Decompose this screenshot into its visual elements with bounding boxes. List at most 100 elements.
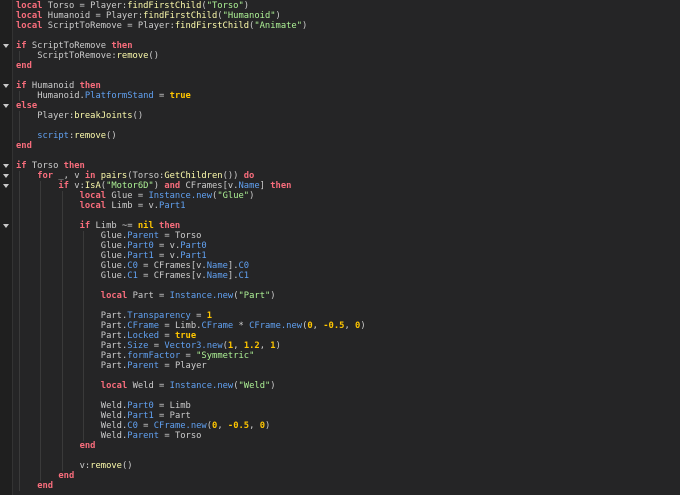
code-line[interactable]: if Humanoid then	[16, 81, 101, 91]
keyword-token: local	[100, 381, 128, 391]
literal-token: nil	[137, 221, 154, 231]
code-line[interactable]: end	[80, 441, 96, 451]
code-line[interactable]: Glue.Part1 = v.Part1	[101, 251, 207, 261]
code-line[interactable]: end	[37, 481, 53, 491]
text-token: = Torso	[159, 431, 202, 441]
code-line[interactable]: Glue.C0 = CFrames[v.Name].C0	[101, 261, 249, 271]
code-line[interactable]: if v:IsA("Motor6D") and CFrames[v.Name] …	[58, 181, 291, 191]
fold-arrow-icon[interactable]	[3, 84, 9, 88]
code-line[interactable]: Part.Size = Vector3.new(1, 1.2, 1)	[101, 341, 281, 351]
text-token: Part.	[100, 351, 128, 361]
function-token: remove	[90, 461, 122, 471]
code-line[interactable]: Weld.Part0 = Limb	[101, 401, 191, 411]
text-token: CFrames[v.	[180, 181, 239, 191]
code-line[interactable]: local Humanoid = Player:findFirstChild("…	[16, 11, 281, 21]
text-token: Weld.	[100, 421, 128, 431]
property-token: Name	[206, 261, 228, 271]
string-token: "Torso"	[206, 1, 244, 11]
text-token: Weld.	[100, 401, 128, 411]
code-line[interactable]: end	[16, 61, 32, 71]
function-token: findFirstChild	[127, 1, 202, 11]
code-line[interactable]: Part.Locked = true	[101, 331, 196, 341]
text-token: ())	[222, 171, 244, 181]
indent-guide	[19, 171, 21, 491]
indent-guide	[19, 111, 21, 141]
function-token: GetChildren	[164, 171, 223, 181]
code-line[interactable]: if Torso then	[16, 161, 85, 171]
property-token: formFactor	[127, 351, 181, 361]
text-token: _, v	[53, 171, 85, 181]
function-token: pairs	[100, 171, 128, 181]
text-token: Limb ~=	[90, 221, 138, 231]
code-line[interactable]: Weld.Part1 = Part	[101, 411, 191, 421]
text-token: ScriptToRemove:	[37, 51, 117, 61]
code-line[interactable]: Player:breakJoints()	[37, 111, 143, 121]
text-token: ,	[344, 321, 356, 331]
keyword-token: end	[16, 141, 32, 151]
keyword-token: for	[37, 171, 54, 181]
property-token: PlatformStand	[84, 91, 154, 101]
keyword-token: end	[16, 61, 32, 71]
code-line[interactable]: Glue.C1 = CFrames[v.Name].C1	[101, 271, 249, 281]
code-line[interactable]: script:remove()	[37, 131, 116, 141]
property-token: Parent	[127, 231, 160, 241]
text-token: ]	[259, 181, 271, 191]
fold-arrow-icon[interactable]	[3, 164, 9, 168]
code-line[interactable]: if ScriptToRemove then	[16, 41, 133, 51]
code-line[interactable]: if Limb ~= nil then	[80, 221, 181, 231]
code-line[interactable]: Weld.C0 = CFrame.new(0, -0.5, 0)	[101, 421, 271, 431]
fold-arrow-icon[interactable]	[3, 174, 9, 178]
property-token: C0	[127, 261, 138, 271]
code-line[interactable]: Weld.Parent = Torso	[101, 431, 202, 441]
text-token: ScriptToRemove = Player:	[42, 21, 175, 31]
code-line[interactable]: end	[16, 141, 32, 151]
property-token: Part1	[180, 251, 207, 261]
function-token: remove	[116, 51, 149, 61]
code-line[interactable]: Glue.Part0 = v.Part0	[101, 241, 207, 251]
code-editor[interactable]: local Torso = Player:findFirstChild("Tor…	[16, 0, 680, 495]
code-line[interactable]: ScriptToRemove:remove()	[37, 51, 159, 61]
code-line[interactable]: Humanoid.PlatformStand = true	[37, 91, 191, 101]
code-line[interactable]: local Part = Instance.new("Part")	[101, 291, 276, 301]
text-token: Part.	[100, 311, 128, 321]
code-line[interactable]: end	[58, 471, 74, 481]
fold-arrow-icon[interactable]	[3, 104, 9, 108]
literal-token: true	[169, 91, 191, 101]
text-token: = Limb	[153, 401, 191, 411]
property-token: Vector3.new	[164, 341, 223, 351]
code-line[interactable]: local Weld = Instance.new("Weld")	[101, 381, 276, 391]
text-token: Part.	[100, 331, 128, 341]
keyword-token: then	[159, 221, 181, 231]
property-token: CFrame	[201, 321, 234, 331]
fold-arrow-icon[interactable]	[3, 224, 9, 228]
fold-arrow-icon[interactable]	[3, 184, 9, 188]
fold-arrow-icon[interactable]	[3, 44, 9, 48]
string-token: "Motor6D"	[106, 181, 154, 191]
code-line[interactable]: for _, v in pairs(Torso:GetChildren()) d…	[37, 171, 254, 181]
property-token: CFrame.new	[249, 321, 303, 331]
code-line[interactable]: local Limb = v.Part1	[80, 201, 186, 211]
code-line[interactable]: else	[16, 101, 37, 111]
code-line[interactable]: local Glue = Instance.new("Glue")	[80, 191, 255, 201]
code-line[interactable]: v:remove()	[80, 461, 133, 471]
text-token: Glue.	[100, 231, 128, 241]
text-token: =	[180, 351, 197, 361]
code-line[interactable]: local Torso = Player:findFirstChild("Tor…	[16, 1, 249, 11]
code-line[interactable]: Part.CFrame = Limb.CFrame * CFrame.new(0…	[101, 321, 366, 331]
text-token: ,	[217, 421, 228, 431]
line-gutter	[0, 0, 13, 495]
literal-token: true	[174, 331, 197, 341]
literal-token: 1	[206, 311, 213, 321]
text-token: ,	[259, 341, 271, 351]
code-line[interactable]: local ScriptToRemove = Player:findFirstC…	[16, 21, 307, 31]
code-line[interactable]: Part.Transparency = 1	[101, 311, 212, 321]
text-token: =	[190, 311, 207, 321]
text-token: Part.	[100, 341, 128, 351]
string-token: "Glue"	[217, 191, 250, 201]
keyword-token: else	[16, 101, 38, 111]
text-token: Humanoid.	[37, 91, 85, 101]
code-line[interactable]: Part.Parent = Player	[101, 361, 207, 371]
code-line[interactable]: Glue.Parent = Torso	[101, 231, 202, 241]
text-token: ,	[249, 421, 260, 431]
code-line[interactable]: Part.formFactor = "Symmetric"	[101, 351, 255, 361]
